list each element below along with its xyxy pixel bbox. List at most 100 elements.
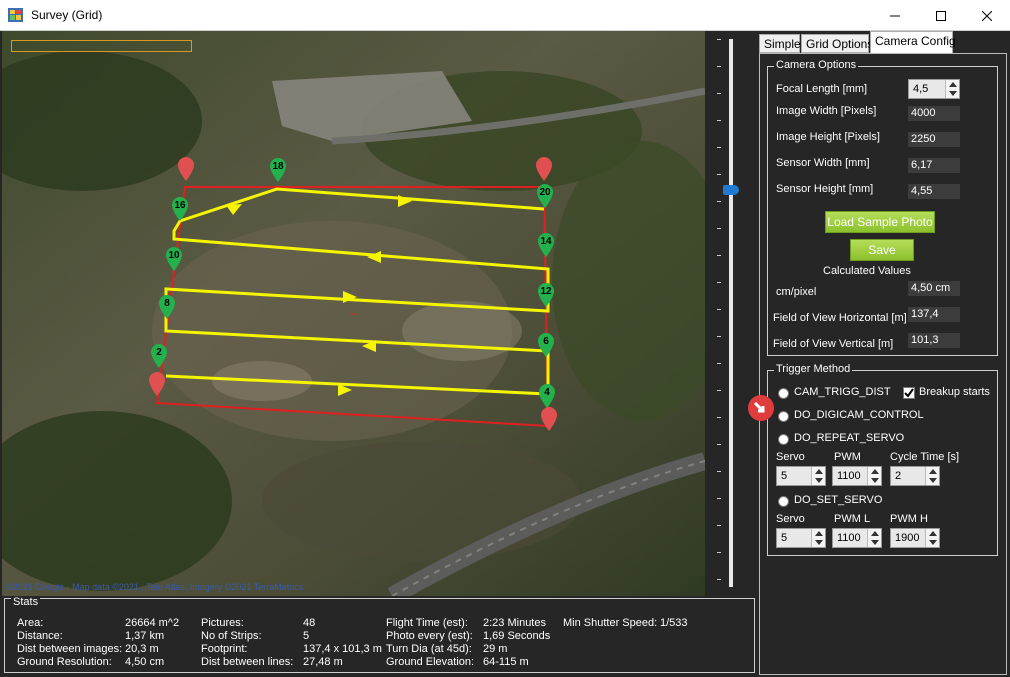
- minimize-icon: [890, 15, 900, 16]
- zoom-slider[interactable]: [705, 31, 755, 596]
- spin-down-icon[interactable]: [929, 540, 937, 545]
- waypoint-marker[interactable]: 8: [159, 295, 175, 319]
- pwm-low-input[interactable]: 1100: [832, 528, 882, 548]
- sensor-height-label: Sensor Height [mm]: [776, 183, 874, 195]
- zoom-tick: [717, 444, 721, 445]
- spin-up-icon[interactable]: [929, 469, 937, 474]
- pwm-low-value: 1100: [837, 532, 861, 544]
- breakup-starts-label[interactable]: Breakup starts: [919, 386, 990, 398]
- waypoint-marker[interactable]: 14: [538, 233, 554, 257]
- image-width-input[interactable]: 4000: [908, 106, 960, 121]
- do-set-servo-label[interactable]: DO_SET_SERVO: [794, 494, 882, 506]
- waypoint-marker[interactable]: 12: [538, 283, 554, 307]
- servo2-spinner[interactable]: [811, 529, 825, 547]
- waypoint-label: 4: [544, 387, 550, 398]
- spin-up-icon[interactable]: [871, 531, 879, 536]
- save-button[interactable]: Save: [850, 239, 914, 261]
- minimize-button[interactable]: [872, 0, 918, 31]
- tab-grid-options[interactable]: Grid Options: [801, 34, 873, 53]
- zoom-tick: [717, 390, 721, 391]
- spin-up-icon[interactable]: [815, 469, 823, 474]
- zoom-tick: [717, 201, 721, 202]
- focal-length-spinner[interactable]: [945, 80, 959, 98]
- waypoint-marker[interactable]: 10: [166, 247, 182, 271]
- pwm-spinner[interactable]: [867, 467, 881, 485]
- focal-length-label: Focal Length [mm]: [776, 83, 868, 95]
- do-digicam-control-label[interactable]: DO_DIGICAM_CONTROL: [794, 409, 924, 421]
- zoom-tick: [717, 228, 721, 229]
- stat-value: 1,37 km: [125, 630, 165, 642]
- spin-up-icon[interactable]: [815, 531, 823, 536]
- stat-label: Footprint:: [201, 643, 248, 655]
- spin-down-icon[interactable]: [929, 478, 937, 483]
- waypoint-marker[interactable]: 20: [537, 184, 553, 208]
- servo2-input[interactable]: 5: [776, 528, 826, 548]
- waypoint-marker[interactable]: 6: [538, 333, 554, 357]
- servo-value: 5: [781, 470, 788, 482]
- do-digicam-control-radio[interactable]: [778, 411, 789, 422]
- waypoint-marker[interactable]: 16: [172, 197, 188, 221]
- spin-down-icon[interactable]: [815, 478, 823, 483]
- stats-panel: Stats Area: 26664 m^2 Distance: 1,37 km …: [2, 596, 755, 675]
- stat-value: 1,69 Seconds: [483, 630, 551, 642]
- stat-value: 64-115 m: [483, 656, 529, 668]
- arrow-right-icon: [753, 401, 765, 413]
- map-view[interactable]: + 18 20 16 14 10 12 8 6 2 4 ©2021 Google…: [2, 31, 705, 596]
- pwm-low-spinner[interactable]: [867, 529, 881, 547]
- pwm-high-input[interactable]: 1900: [890, 528, 940, 548]
- map-copyright: ©2021 Google - Map data ©2021 , Tele Atl…: [6, 582, 304, 592]
- pwm-input[interactable]: 1100: [832, 466, 882, 486]
- spin-up-icon[interactable]: [871, 469, 879, 474]
- spin-down-icon[interactable]: [871, 540, 879, 545]
- trigger-method-group: Trigger Method CAM_TRIGG_DIST Breakup st…: [767, 363, 998, 556]
- right-panel: Simple Grid Options Camera Config Camera…: [748, 31, 1010, 677]
- close-button[interactable]: [964, 0, 1010, 31]
- tab-simple[interactable]: Simple: [759, 34, 801, 53]
- cam-trigg-dist-radio[interactable]: [778, 388, 789, 399]
- cam-trigg-dist-label[interactable]: CAM_TRIGG_DIST: [794, 386, 891, 398]
- focal-length-input[interactable]: 4,5: [908, 79, 960, 99]
- waypoint-marker[interactable]: 4: [539, 384, 555, 408]
- do-repeat-servo-label[interactable]: DO_REPEAT_SERVO: [794, 432, 904, 444]
- spin-down-icon[interactable]: [871, 478, 879, 483]
- zoom-track[interactable]: [729, 39, 733, 587]
- load-sample-photo-button[interactable]: Load Sample Photo: [825, 211, 935, 233]
- maximize-button[interactable]: [918, 0, 964, 31]
- spin-up-icon[interactable]: [949, 82, 957, 87]
- servo-input[interactable]: 5: [776, 466, 826, 486]
- zoom-tick: [717, 552, 721, 553]
- waypoint-marker[interactable]: 18: [270, 158, 286, 182]
- satellite-imagery: +: [2, 31, 705, 596]
- do-repeat-servo-radio[interactable]: [778, 434, 789, 445]
- waypoint-label: 10: [168, 250, 180, 261]
- window-title: Survey (Grid): [31, 8, 103, 22]
- stat-label: Distance:: [17, 630, 63, 642]
- breakup-starts-checkbox[interactable]: [903, 387, 915, 399]
- progress-box: [11, 40, 192, 52]
- sensor-width-input[interactable]: 6,17: [908, 158, 960, 173]
- image-height-input[interactable]: 2250: [908, 132, 960, 147]
- zoom-tick: [717, 66, 721, 67]
- checkmark-icon: [904, 388, 914, 398]
- cycle-time-input[interactable]: 2: [890, 466, 940, 486]
- stats-legend: Stats: [11, 596, 41, 608]
- stat-label: Dist between images:: [17, 643, 123, 655]
- fov-vertical-label: Field of View Vertical [m]: [773, 338, 894, 350]
- waypoint-label: 2: [156, 347, 162, 358]
- do-set-servo-radio[interactable]: [778, 496, 789, 507]
- cycle-time-label: Cycle Time [s]: [890, 451, 960, 463]
- pwm-low-label: PWM L: [834, 513, 871, 525]
- spin-down-icon[interactable]: [815, 540, 823, 545]
- pwm-high-label: PWM H: [890, 513, 928, 525]
- tab-camera-config[interactable]: Camera Config: [870, 31, 956, 53]
- waypoint-label: 12: [540, 286, 552, 297]
- sensor-height-input[interactable]: 4,55: [908, 184, 960, 199]
- spin-down-icon[interactable]: [949, 91, 957, 96]
- spin-up-icon[interactable]: [929, 531, 937, 536]
- servo-spinner[interactable]: [811, 467, 825, 485]
- cycle-time-spinner[interactable]: [925, 467, 939, 485]
- zoom-tick: [717, 39, 721, 40]
- zoom-thumb[interactable]: [723, 185, 739, 195]
- pwm-high-spinner[interactable]: [925, 529, 939, 547]
- waypoint-marker[interactable]: 2: [151, 344, 167, 368]
